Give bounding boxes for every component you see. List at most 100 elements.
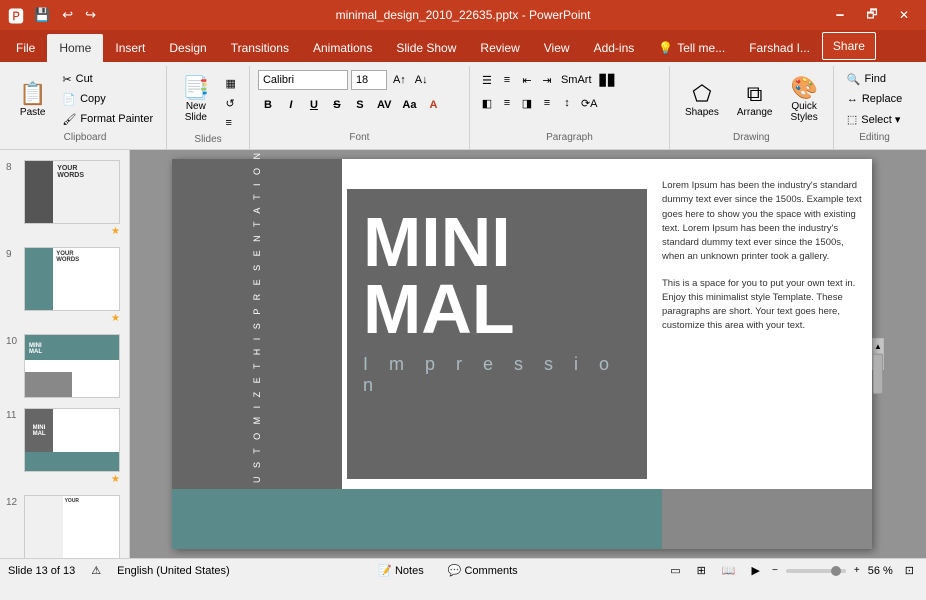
tab-share[interactable]: Share: [822, 32, 876, 60]
quick-styles-button[interactable]: 🎨 QuickStyles: [783, 70, 824, 130]
columns-button[interactable]: ▊▊: [597, 70, 620, 90]
reading-view-button[interactable]: 📖: [718, 563, 740, 578]
text-direction-button[interactable]: ⟳A: [578, 93, 601, 113]
tab-insert[interactable]: Insert: [103, 34, 157, 62]
arrange-button[interactable]: ⧉ Arrange: [730, 70, 780, 130]
main-area: 8 YOURWORDS ★ 9: [0, 150, 926, 558]
increase-indent-button[interactable]: ⇥: [538, 70, 556, 90]
slide-right-text: Lorem Ipsum has been the industry's stan…: [662, 179, 862, 334]
slide-preview-8[interactable]: YOURWORDS: [24, 160, 120, 224]
close-button[interactable]: ✕: [890, 5, 918, 25]
normal-view-button[interactable]: ▭: [666, 563, 684, 578]
slide-canvas[interactable]: C U S T O M I Z E T H I S P R E S E N T …: [172, 159, 872, 549]
font-size-input[interactable]: [351, 70, 387, 90]
slide-preview-10[interactable]: MINIMAL: [24, 334, 120, 398]
increase-font-button[interactable]: A↑: [390, 70, 409, 90]
numbering-button[interactable]: ≡: [498, 70, 516, 90]
tab-home[interactable]: Home: [47, 34, 103, 62]
change-case-button[interactable]: Aa: [398, 95, 420, 115]
reset-icon: ↺: [226, 97, 235, 110]
minimize-button[interactable]: 🗕: [826, 5, 854, 25]
tab-view[interactable]: View: [532, 34, 582, 62]
undo-button[interactable]: ↩: [58, 5, 77, 25]
slide-star-9: ★: [111, 313, 120, 324]
list-row: ☰ ≡ ⇤ ⇥ SmArt ▊▊: [478, 70, 619, 90]
shadow-button[interactable]: S: [350, 95, 370, 115]
tab-transitions[interactable]: Transitions: [219, 34, 301, 62]
new-slide-button[interactable]: 📑 NewSlide: [175, 70, 216, 130]
clipboard-group: 📋 Paste ✂ Cut 📄 Copy 🖌 Format Painter Cl…: [4, 66, 167, 149]
bullets-button[interactable]: ☰: [478, 70, 496, 90]
paragraph-label: Paragraph: [478, 130, 661, 145]
strikethrough-button[interactable]: S: [327, 95, 347, 115]
decrease-font-button[interactable]: A↓: [412, 70, 431, 90]
select-button[interactable]: ⬚ Select ▾: [842, 110, 907, 128]
tab-design[interactable]: Design: [157, 34, 218, 62]
slide-sorter-button[interactable]: ⊞: [693, 563, 710, 578]
tab-slideshow[interactable]: Slide Show: [384, 34, 468, 62]
slide-preview-9[interactable]: YOURWORDS: [24, 247, 120, 311]
paste-button[interactable]: 📋 Paste: [12, 70, 53, 130]
slide-thumb-10[interactable]: 10 MINIMAL: [4, 332, 125, 400]
tab-file[interactable]: File: [4, 34, 47, 62]
bold-button[interactable]: B: [258, 95, 278, 115]
comments-icon: 💬: [448, 565, 462, 577]
section-button[interactable]: ≡: [221, 114, 241, 132]
italic-button[interactable]: I: [281, 95, 301, 115]
title-bar: 🅿 💾 ↩ ↪ minimal_design_2010_22635.pptx -…: [0, 0, 926, 30]
slide-layout-button[interactable]: ▦: [221, 74, 241, 92]
save-button[interactable]: 💾: [30, 5, 54, 25]
copy-button[interactable]: 📄 Copy: [57, 90, 158, 108]
notes-icon: 📝: [378, 565, 392, 577]
font-family-row: A↑ A↓: [258, 70, 444, 90]
paragraph-controls: ☰ ≡ ⇤ ⇥ SmArt ▊▊ ◧ ≡ ◨ ≡ ↕ ⟳A: [478, 70, 619, 130]
align-right-button[interactable]: ◨: [518, 93, 536, 113]
line-spacing-button[interactable]: ↕: [558, 93, 576, 113]
slide-notes-warnings-button[interactable]: ⚠: [87, 563, 105, 578]
comments-button[interactable]: 💬 Comments: [444, 563, 522, 578]
fit-slide-button[interactable]: ⊡: [901, 563, 918, 578]
scrollbar-thumb[interactable]: [873, 354, 883, 394]
cut-button[interactable]: ✂ Cut: [57, 70, 158, 88]
restore-button[interactable]: 🗗: [858, 5, 886, 25]
slide-thumb-12[interactable]: 12 YOUR ★: [4, 493, 125, 558]
right-paragraph-2: This is a space for you to put your own …: [662, 277, 862, 334]
zoom-slider[interactable]: [786, 569, 846, 573]
layout-icon: ▦: [226, 77, 236, 90]
align-center-button[interactable]: ≡: [498, 93, 516, 113]
editing-group: 🔍 Find ↔ Replace ⬚ Select ▾ Editing: [834, 66, 915, 149]
format-painter-button[interactable]: 🖌 Format Painter: [57, 110, 158, 128]
slides-panel[interactable]: 8 YOURWORDS ★ 9: [0, 150, 130, 558]
tab-animations[interactable]: Animations: [301, 34, 384, 62]
tab-review[interactable]: Review: [468, 34, 531, 62]
smartart-button[interactable]: SmArt: [558, 70, 595, 90]
replace-button[interactable]: ↔ Replace: [842, 90, 907, 108]
shapes-icon: ⬠: [692, 83, 711, 105]
scroll-up-button[interactable]: ▲: [872, 338, 884, 354]
shapes-button[interactable]: ⬠ Shapes: [678, 70, 726, 130]
slide-number-9: 9: [6, 247, 20, 260]
redo-button[interactable]: ↪: [81, 5, 100, 25]
find-button[interactable]: 🔍 Find: [842, 70, 907, 88]
tab-user[interactable]: Farshad I...: [737, 34, 822, 62]
slide-preview-11[interactable]: MINIMAL: [24, 408, 120, 472]
slide-thumb-9[interactable]: 9 YOURWORDS ★: [4, 245, 125, 326]
reset-button[interactable]: ↺: [221, 94, 241, 112]
slide-show-button[interactable]: ▶: [748, 563, 764, 578]
font-color-button[interactable]: A: [423, 95, 443, 115]
align-left-button[interactable]: ◧: [478, 93, 496, 113]
slide-thumb-8[interactable]: 8 YOURWORDS ★: [4, 158, 125, 239]
tab-addins[interactable]: Add-ins: [582, 34, 647, 62]
vertical-scrollbar[interactable]: ▲ ▼: [872, 338, 884, 370]
slide-number-10: 10: [6, 334, 20, 347]
underline-button[interactable]: U: [304, 95, 324, 115]
decrease-indent-button[interactable]: ⇤: [518, 70, 536, 90]
character-spacing-button[interactable]: AV: [373, 95, 395, 115]
notes-button[interactable]: 📝 Notes: [374, 563, 428, 578]
slide-preview-12[interactable]: YOUR: [24, 495, 120, 558]
font-family-input[interactable]: [258, 70, 348, 90]
slide-thumb-11[interactable]: 11 MINIMAL ★: [4, 406, 125, 487]
justify-button[interactable]: ≡: [538, 93, 556, 113]
arrange-icon: ⧉: [747, 83, 763, 105]
tab-tellme[interactable]: 💡Tell me...: [646, 34, 737, 62]
